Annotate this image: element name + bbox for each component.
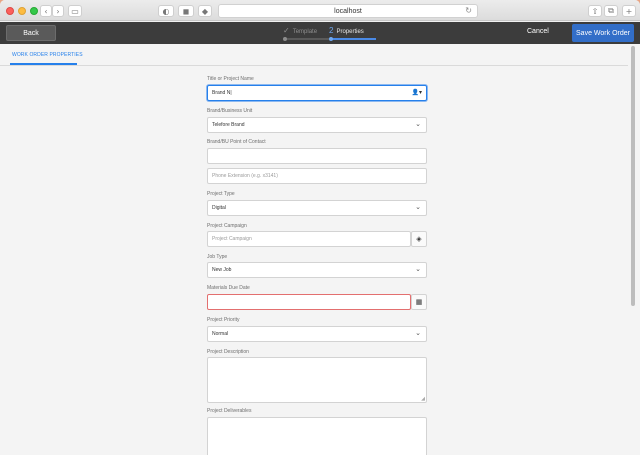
deliverables-textarea[interactable] [207, 417, 427, 455]
description-label: Project Description [207, 349, 249, 355]
step-template-label: Template [292, 29, 318, 35]
browser-window: ‹ › ▭ ◐ ◼ ◆ localhost ↻ ⇧ ⧉ + Back ✓ Temp… [0, 0, 640, 455]
tab-divider [0, 65, 628, 66]
back-button[interactable]: Back [6, 25, 56, 41]
chevron-down-icon: ⌄ [415, 329, 421, 337]
campaign-input[interactable]: Project Campaign [207, 231, 411, 247]
scrollbar[interactable] [631, 46, 635, 306]
brand-unit-label: Brand/Business Unit [207, 108, 253, 114]
project-type-select[interactable]: Digital ⌄ [207, 200, 427, 216]
priority-label: Project Priority [207, 317, 240, 323]
deliverables-label: Project Deliverables [207, 408, 252, 414]
priority-value: Normal [212, 331, 229, 337]
brand-unit-select[interactable]: Telefore Brand ⌄ [207, 117, 427, 133]
new-tab-icon[interactable]: + [622, 5, 636, 17]
job-type-select[interactable]: New Job ⌄ [207, 262, 427, 278]
step-progress-fill [331, 38, 376, 40]
chevron-down-icon: ⌄ [415, 265, 421, 273]
share-icon[interactable]: ⇧ [588, 5, 602, 17]
calendar-icon: ▦ [415, 298, 423, 306]
brand-unit-value: Telefore Brand [212, 122, 245, 128]
zoom-window-button[interactable] [30, 7, 38, 15]
save-work-order-button[interactable]: Save Work Order [572, 24, 634, 42]
project-type-value: Digital [212, 205, 226, 211]
step-properties[interactable]: 2 Properties [329, 26, 364, 35]
step-template-dot [283, 37, 287, 41]
main-content: WORK ORDER PROPERTIES Title or Project N… [0, 44, 640, 455]
browser-forward-icon[interactable]: › [52, 5, 64, 17]
address-bar-url: localhost [334, 7, 362, 15]
campaign-placeholder: Project Campaign [212, 236, 252, 242]
pocket-icon[interactable]: ◼ [178, 5, 194, 17]
description-textarea[interactable]: ◢ [207, 357, 427, 403]
project-type-label: Project Type [207, 191, 235, 197]
close-window-button[interactable] [6, 7, 14, 15]
contact-input[interactable] [207, 148, 427, 164]
app-toolbar: Back ✓ Template 2 Properties Cancel Save W… [0, 22, 640, 44]
due-date-input[interactable] [207, 294, 411, 310]
stack-icon: ◈ [416, 235, 422, 243]
step-properties-label: Properties [336, 29, 364, 35]
chevron-down-icon: ⌄ [415, 120, 421, 128]
reading-list-icon[interactable]: ◐ [158, 5, 174, 17]
step-properties-number: 2 [329, 26, 334, 35]
title-input-value: Brand N| [212, 90, 232, 96]
user-picker-icon[interactable]: 👤▾ [412, 89, 422, 96]
reload-icon[interactable]: ↻ [465, 6, 472, 15]
checkmark-icon: ✓ [283, 26, 290, 35]
tab-work-order-properties[interactable]: WORK ORDER PROPERTIES [12, 52, 83, 58]
tabs-overview-icon[interactable]: ⧉ [604, 5, 618, 17]
due-date-label: Materials Due Date [207, 285, 250, 291]
campaign-picker-button[interactable]: ◈ [411, 231, 427, 247]
priority-select[interactable]: Normal ⌄ [207, 326, 427, 342]
browser-back-icon[interactable]: ‹ [40, 5, 52, 17]
date-picker-button[interactable]: ▦ [411, 294, 427, 310]
browser-chrome: ‹ › ▭ ◐ ◼ ◆ localhost ↻ ⇧ ⧉ + [0, 0, 640, 21]
contact-label: Brand/BU Point of Contact [207, 139, 266, 145]
title-input[interactable]: Brand N| 👤▾ [207, 85, 427, 101]
sidebar-toggle-icon[interactable]: ▭ [68, 5, 82, 17]
step-properties-dot [329, 37, 333, 41]
title-label: Title or Project Name [207, 76, 254, 82]
campaign-label: Project Campaign [207, 223, 247, 229]
cancel-button[interactable]: Cancel [527, 28, 549, 35]
minimize-window-button[interactable] [18, 7, 26, 15]
privacy-shield-icon[interactable]: ◆ [198, 5, 212, 17]
step-template[interactable]: ✓ Template [283, 26, 317, 35]
job-type-value: New Job [212, 267, 232, 273]
phone-extension-placeholder: Phone Extension (e.g. x3141) [212, 173, 278, 179]
chevron-down-icon: ⌄ [415, 203, 421, 211]
job-type-label: Job Type [207, 254, 228, 260]
address-bar[interactable]: localhost ↻ [218, 4, 478, 18]
phone-extension-input[interactable]: Phone Extension (e.g. x3141) [207, 168, 427, 184]
resize-handle-icon[interactable]: ◢ [421, 396, 425, 402]
